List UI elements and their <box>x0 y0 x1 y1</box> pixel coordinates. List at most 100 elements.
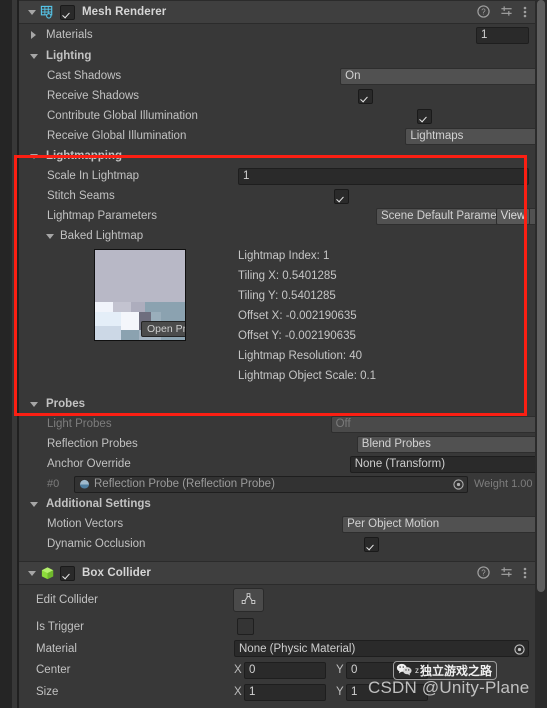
row-edit-collider: Edit Collider <box>19 585 535 615</box>
light-probes-label: Light Probes <box>47 418 112 430</box>
motion-vectors-dropdown[interactable]: Per Object Motion <box>342 515 535 533</box>
row-material: Material None (Physic Material) <box>19 638 535 659</box>
lightmap-preview-thumbnail[interactable]: Open Preview <box>94 249 186 341</box>
window-left-gutter <box>0 0 19 708</box>
preset-icon[interactable] <box>500 566 513 582</box>
additional-settings-label: Additional Settings <box>46 498 151 510</box>
inspector-scrollbar[interactable] <box>535 0 547 708</box>
box-collider-enabled-checkbox[interactable] <box>60 565 75 581</box>
row-lightmap-parameters: Lightmap Parameters Scene Default Parame… <box>19 206 535 226</box>
receive-shadows-label: Receive Shadows <box>47 90 140 102</box>
materials-label: Materials <box>46 29 93 41</box>
help-icon[interactable]: ? <box>477 566 490 582</box>
receive-shadows-checkbox[interactable] <box>358 88 374 104</box>
anchor-override-label: Anchor Override <box>47 458 131 470</box>
section-probes[interactable]: Probes <box>19 394 535 414</box>
lightmapping-label: Lightmapping <box>46 150 123 162</box>
scale-in-lightmap-label: Scale In Lightmap <box>47 170 140 182</box>
baked-lightmap-label: Baked Lightmap <box>60 230 144 242</box>
probe-entry-weight: Weight 1.00 <box>474 478 533 490</box>
row-motion-vectors: Motion Vectors Per Object Motion <box>19 514 535 534</box>
more-menu-icon[interactable] <box>523 5 527 22</box>
section-lightmapping[interactable]: Lightmapping <box>19 146 535 166</box>
size-x-input[interactable]: 1 <box>244 683 326 701</box>
open-preview-button[interactable]: Open Preview <box>141 321 185 337</box>
component-header-mesh-renderer[interactable]: Mesh Renderer ? <box>19 0 535 24</box>
scrollbar-thumb[interactable] <box>537 0 545 592</box>
receive-gi-label: Receive Global Illumination <box>47 130 187 142</box>
section-lighting[interactable]: Lighting <box>19 46 535 66</box>
lighting-label: Lighting <box>46 50 92 62</box>
foldout-materials[interactable] <box>27 29 40 42</box>
reflection-probes-dropdown[interactable]: Blend Probes <box>356 435 535 453</box>
center-y-axis-label: Y <box>336 664 344 676</box>
contribute-gi-checkbox[interactable] <box>416 108 432 124</box>
motion-vectors-value: Per Object Motion <box>347 518 440 530</box>
material-objectfield[interactable]: None (Physic Material) <box>234 640 529 657</box>
help-icon[interactable]: ? <box>477 5 490 21</box>
cast-shadows-value: On <box>345 70 361 82</box>
receive-gi-dropdown[interactable]: Lightmaps <box>405 127 535 145</box>
more-menu-icon[interactable] <box>523 566 527 583</box>
material-value: None (Physic Material) <box>239 642 356 655</box>
probe-entry-objectfield[interactable]: Reflection Probe (Reflection Probe) <box>74 475 468 493</box>
edit-collider-button[interactable] <box>233 588 264 612</box>
section-baked-lightmap[interactable]: Baked Lightmap <box>19 226 535 246</box>
lightmap-parameters-label: Lightmap Parameters <box>47 210 157 222</box>
foldout-additional-settings[interactable] <box>27 498 40 511</box>
materials-count-field[interactable]: 1 <box>476 26 529 44</box>
dynamic-occlusion-checkbox[interactable] <box>364 536 380 552</box>
center-y-input[interactable]: 0 <box>346 661 428 679</box>
foldout-mesh-renderer[interactable] <box>25 6 38 19</box>
material-label: Material <box>36 642 77 655</box>
is-trigger-label: Is Trigger <box>36 620 84 633</box>
object-picker-icon[interactable] <box>514 643 525 655</box>
foldout-probes[interactable] <box>27 398 40 411</box>
stat-tiling-x: Tiling X: 0.5401285 <box>238 270 337 282</box>
edit-collider-label: Edit Collider <box>36 594 98 606</box>
size-y-axis-label: Y <box>336 686 344 698</box>
center-x-input[interactable]: 0 <box>244 661 326 679</box>
row-scale-in-lightmap: Scale In Lightmap 1 <box>19 166 535 186</box>
stitch-seams-checkbox[interactable] <box>333 188 349 204</box>
box-collider-header-icons: ? <box>477 562 527 586</box>
foldout-box-collider[interactable] <box>25 567 38 580</box>
row-anchor-override: Anchor Override None (Transform) <box>19 454 535 474</box>
object-picker-icon[interactable] <box>453 479 464 490</box>
anchor-override-objectfield[interactable]: None (Transform) <box>349 455 535 473</box>
mesh-renderer-enabled-checkbox[interactable] <box>60 4 75 20</box>
scale-in-lightmap-input[interactable]: 1 <box>238 167 529 185</box>
row-cast-shadows: Cast Shadows On <box>19 66 535 86</box>
row-light-probes: Light Probes Off <box>19 414 535 434</box>
gutter-dark-strip <box>0 0 12 708</box>
baked-lightmap-body: Open Preview Lightmap Index: 1 Tiling X:… <box>19 246 535 394</box>
row-dynamic-occlusion: Dynamic Occlusion <box>19 534 535 554</box>
size-y-input[interactable]: 1 <box>346 683 428 701</box>
row-materials[interactable]: Materials 1 <box>19 24 535 46</box>
preset-icon[interactable] <box>500 5 513 21</box>
cast-shadows-dropdown[interactable]: On <box>340 67 535 85</box>
section-additional-settings[interactable]: Additional Settings <box>19 494 535 514</box>
row-receive-gi: Receive Global Illumination Lightmaps <box>19 126 535 146</box>
stat-offset-y: Offset Y: -0.002190635 <box>238 330 356 342</box>
stat-tiling-y: Tiling Y: 0.5401285 <box>238 290 336 302</box>
is-trigger-checkbox[interactable] <box>237 618 254 635</box>
light-probes-dropdown[interactable]: Off <box>330 415 535 433</box>
probe-entry-name: Reflection Probe (Reflection Probe) <box>94 478 275 490</box>
inspector-panel: Mesh Renderer ? Materials 1 Lighting Cas… <box>19 0 535 708</box>
foldout-lighting[interactable] <box>27 50 40 63</box>
foldout-baked-lightmap[interactable] <box>43 230 56 243</box>
dynamic-occlusion-label: Dynamic Occlusion <box>47 538 146 550</box>
anchor-override-value: None (Transform) <box>354 458 446 470</box>
mesh-renderer-header-icons: ? <box>477 1 527 25</box>
probe-entry-index: #0 <box>47 478 60 490</box>
reflection-probes-label: Reflection Probes <box>47 438 138 450</box>
receive-gi-value: Lightmaps <box>410 130 464 142</box>
view-lightmap-parameters-button[interactable]: View <box>496 207 530 225</box>
foldout-lightmapping[interactable] <box>27 150 40 163</box>
reflection-probes-value: Blend Probes <box>361 438 431 450</box>
box-collider-title: Box Collider <box>82 567 151 579</box>
baked-lightmap-stats: Lightmap Index: 1 Tiling X: 0.5401285 Ti… <box>238 246 376 386</box>
component-header-box-collider[interactable]: Box Collider ? <box>19 561 535 585</box>
